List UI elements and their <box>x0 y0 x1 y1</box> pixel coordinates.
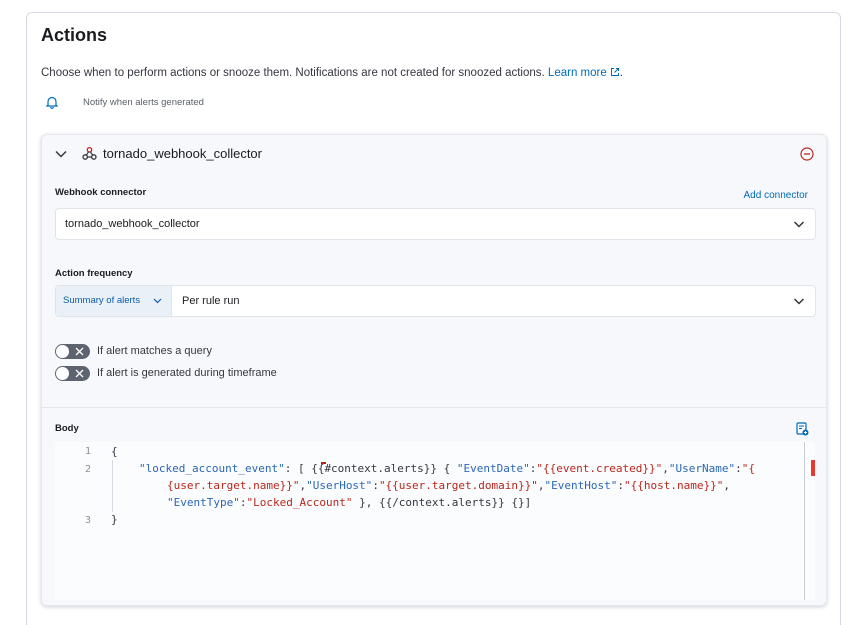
code-token: "{ <box>741 462 755 475</box>
code-token: "EventHost" <box>544 479 618 492</box>
add-connector-link[interactable]: Add connector <box>744 190 809 201</box>
connector-label: Webhook connector <box>55 187 147 198</box>
code-token: } <box>111 513 118 526</box>
close-icon <box>75 369 84 377</box>
remove-action-icon[interactable] <box>800 147 814 161</box>
body-code-editor[interactable]: 1 2 3 { "locked_account_event": [ {{#con… <box>55 442 815 600</box>
webhook-icon <box>82 146 97 160</box>
bell-icon <box>45 96 59 109</box>
code-token: : [ {{#context.alerts}} { <box>284 462 457 475</box>
code-token: , <box>723 479 730 492</box>
code-token: "UserHost" <box>306 479 373 492</box>
chevron-down-icon[interactable] <box>54 148 68 160</box>
code-token: "EventDate" <box>456 462 530 475</box>
code-line: {user.target.name}}","UserHost":"{{user.… <box>167 479 730 492</box>
code-token: { <box>111 445 118 458</box>
code-token: "{{event.created}}" <box>536 462 663 475</box>
code-token: : <box>617 479 624 492</box>
code-token: : <box>735 462 742 475</box>
summary-of-alerts-label: Summary of alerts <box>63 295 141 306</box>
action-title: tornado_webhook_collector <box>103 146 262 161</box>
code-token: }, {{/context.alerts}} {}] <box>352 496 532 509</box>
indent-guide <box>112 460 113 512</box>
error-marker <box>811 460 815 476</box>
line-number: 3 <box>84 515 91 526</box>
code-token: "locked_account_event" <box>139 462 285 475</box>
code-token: "EventType" <box>167 496 240 509</box>
code-token: , <box>662 462 669 475</box>
editor-scrollbar[interactable] <box>804 442 805 600</box>
summary-of-alerts-dropdown[interactable]: Summary of alerts <box>56 286 172 316</box>
code-token: "Locked_Account" <box>246 496 353 509</box>
code-token: "UserName" <box>668 462 736 475</box>
external-link-icon <box>610 68 619 76</box>
notify-text: Notify when alerts generated <box>83 96 204 108</box>
code-token: : <box>372 479 379 492</box>
code-line: } <box>111 513 118 526</box>
code-line: "EventType":"Locked_Account" }, {{/conte… <box>167 496 531 509</box>
action-card-header[interactable]: tornado_webhook_collector <box>42 135 826 173</box>
add-variable-icon[interactable] <box>796 422 809 436</box>
frequency-select[interactable]: Summary of alerts Per rule run <box>55 285 816 317</box>
learn-more-link[interactable]: Learn more <box>548 67 620 79</box>
frequency-value: Per rule run <box>182 295 240 307</box>
toggle-alert-timeframe[interactable]: If alert is generated during timeframe <box>55 365 277 381</box>
close-icon <box>75 347 84 355</box>
code-token: "{{user.target.domain}}" <box>378 479 538 492</box>
chevron-down-icon <box>793 298 805 305</box>
toggle-label: If alert matches a query <box>97 345 212 357</box>
action-card: tornado_webhook_collector Webhook connec… <box>41 134 827 606</box>
toggle-alert-matches-query[interactable]: If alert matches a query <box>55 343 212 359</box>
divider <box>42 407 826 408</box>
alert-query-switch[interactable] <box>55 343 90 359</box>
notify-when-selector[interactable]: Notify when alerts generated <box>45 93 204 111</box>
section-title: Actions <box>41 25 108 45</box>
code-token: , <box>537 479 545 492</box>
switch-knob <box>56 344 69 358</box>
switch-knob <box>56 366 69 380</box>
code-token: "{{host.name}}" <box>624 479 724 492</box>
actions-panel: Actions Choose when to perform actions o… <box>26 12 841 625</box>
frequency-label: Action frequency <box>55 268 133 279</box>
toggle-label: If alert is generated during timeframe <box>97 367 277 379</box>
chevron-down-icon <box>153 298 162 304</box>
code-token: {user.target.name}}" <box>167 479 300 492</box>
code-line: { <box>111 445 118 458</box>
body-label: Body <box>55 423 79 434</box>
learn-more-label: Learn more <box>547 67 607 79</box>
connector-value: tornado_webhook_collector <box>65 218 200 230</box>
chevron-down-icon <box>793 221 805 228</box>
text-cursor <box>321 462 326 464</box>
code-line: "locked_account_event": [ {{#context.ale… <box>139 462 755 475</box>
line-number: 1 <box>84 446 91 457</box>
alert-timeframe-switch[interactable] <box>55 365 90 381</box>
line-number: 2 <box>84 464 91 475</box>
connector-select[interactable]: tornado_webhook_collector <box>55 208 816 240</box>
description-text: Choose when to perform actions or snooze… <box>41 67 545 79</box>
section-description: Choose when to perform actions or snooze… <box>41 67 623 79</box>
